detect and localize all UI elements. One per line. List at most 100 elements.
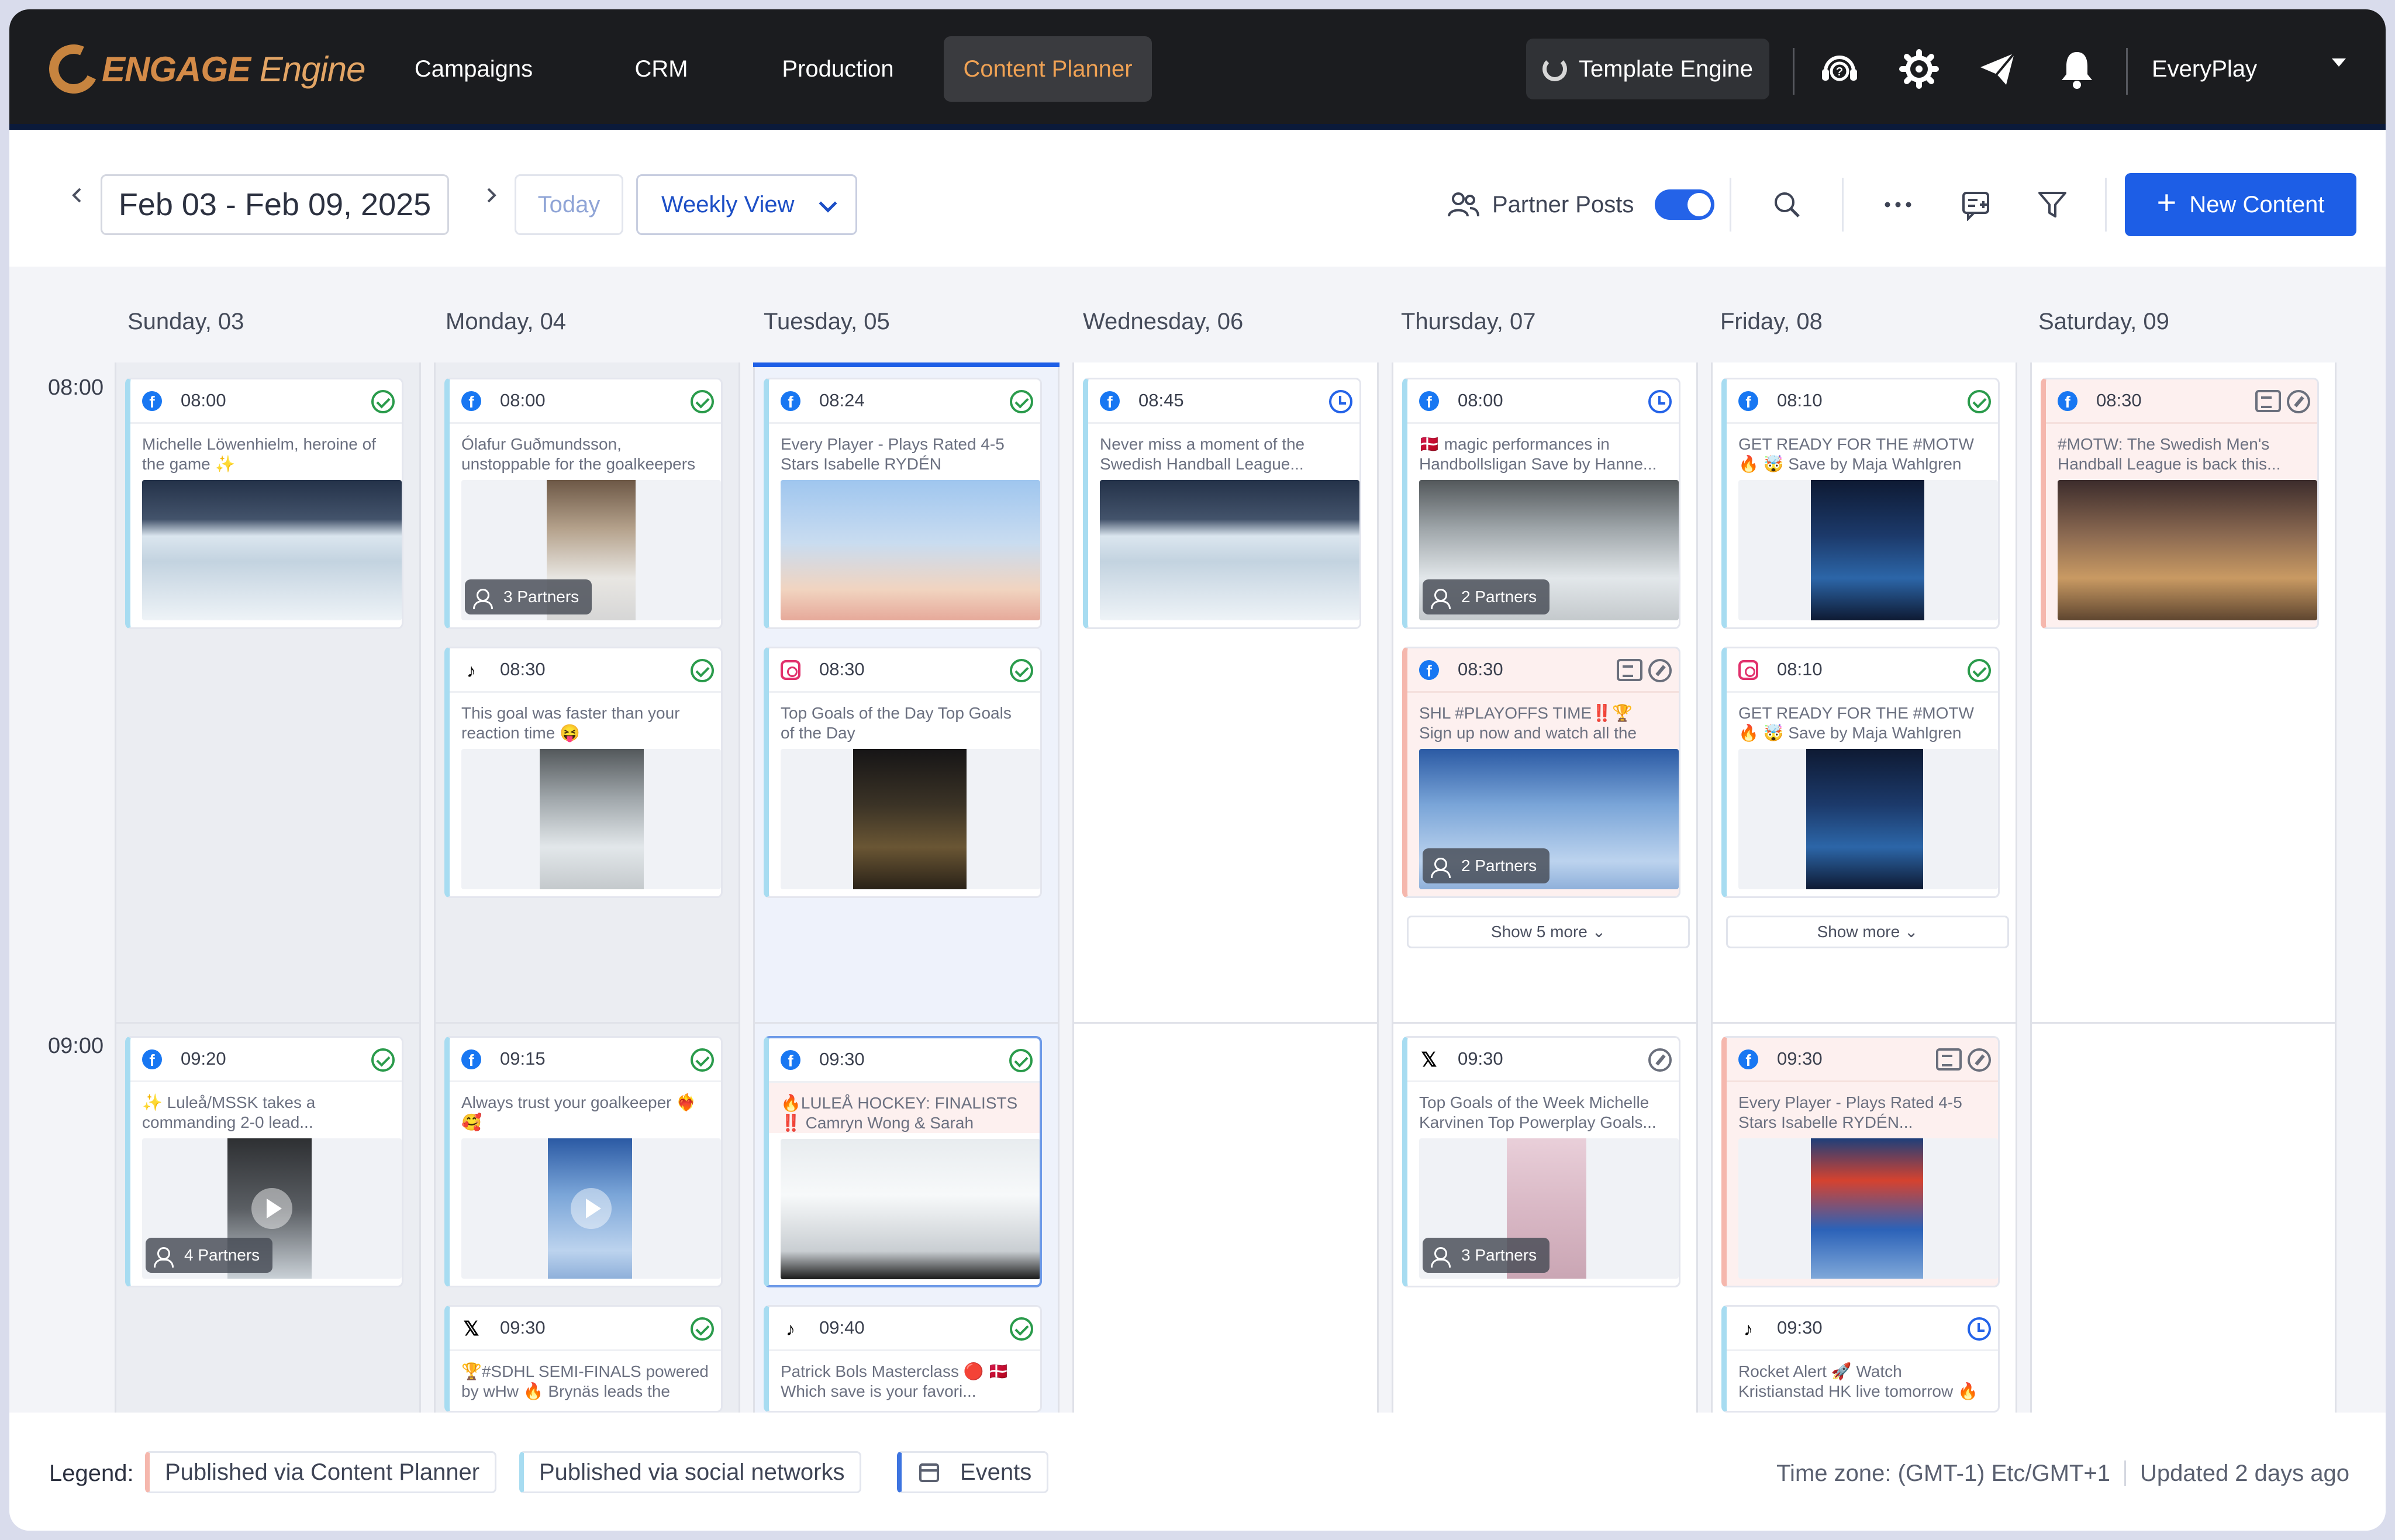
day-header-saturday: Saturday, 09 xyxy=(2038,309,2169,334)
previous-week-chevron-icon[interactable] xyxy=(60,178,95,213)
nav-content-planner[interactable]: Content Planner xyxy=(944,36,1152,102)
show-more-button[interactable]: Show 5 more ⌄ xyxy=(1407,916,1690,948)
filter-icon[interactable] xyxy=(2029,181,2076,228)
post-caption: Top Goals of the Week Michelle Karvinen … xyxy=(1419,1093,1657,1131)
post-card[interactable]: f 08:45 Never miss a moment of the Swedi… xyxy=(1083,378,1361,629)
post-card[interactable]: f 08:00 🇩🇰 magic performances in Handbol… xyxy=(1402,378,1680,629)
show-more-button[interactable]: Show more ⌄ xyxy=(1726,916,2009,948)
tiktok-icon: ♪ xyxy=(1738,1318,1758,1339)
post-card[interactable]: f 09:30 Every Player - Plays Rated 4-5 S… xyxy=(1721,1036,2000,1287)
send-icon[interactable] xyxy=(1974,46,2021,92)
post-caption: Never miss a moment of the Swedish Handb… xyxy=(1100,435,1305,473)
today-button[interactable]: Today xyxy=(515,174,623,235)
partner-posts-toggle[interactable] xyxy=(1655,189,1715,220)
published-check-icon xyxy=(691,1317,714,1341)
edit-pencil-icon xyxy=(1968,1048,1991,1072)
play-icon[interactable] xyxy=(571,1188,612,1229)
post-card[interactable]: 𝕏 09:30 Top Goals of the Week Michelle K… xyxy=(1402,1036,1680,1287)
hockey-game-image xyxy=(142,480,402,620)
post-card[interactable]: f 08:10 GET READY FOR THE #MOTW 🔥 🤯 Save… xyxy=(1721,378,2000,629)
legend-published-via-social: Published via social networks xyxy=(519,1451,862,1493)
next-week-chevron-icon[interactable] xyxy=(474,178,509,213)
post-card[interactable]: ♪ 09:30 Rocket Alert 🚀 Watch Kristiansta… xyxy=(1721,1305,2000,1413)
post-card[interactable]: 𝕏 09:30 🏆#SDHL SEMI-FINALS powered by wH… xyxy=(444,1305,723,1413)
post-card[interactable]: f 08:30 #MOTW: The Swedish Men's Handbal… xyxy=(2041,378,2319,629)
post-card[interactable]: 08:10 GET READY FOR THE #MOTW 🔥 🤯 Save b… xyxy=(1721,647,2000,898)
hockey-goal-image xyxy=(540,749,644,889)
partners-icon xyxy=(1448,192,1479,217)
partners-badge: 3 Partners xyxy=(465,579,592,614)
chevron-down-icon xyxy=(819,194,837,213)
notifications-bell-icon[interactable] xyxy=(2054,46,2100,92)
post-thumbnail xyxy=(142,480,402,620)
legend-events: Events xyxy=(897,1451,1049,1493)
facebook-icon: f xyxy=(1738,391,1758,411)
nav-crm[interactable]: CRM xyxy=(617,36,705,102)
post-card[interactable]: f 08:24 Every Player - Plays Rated 4-5 S… xyxy=(764,378,1042,629)
published-check-icon xyxy=(691,659,714,682)
matches-of-the-week-poster xyxy=(1811,480,1924,620)
x-twitter-icon: 𝕏 xyxy=(461,1318,481,1339)
settings-gear-icon[interactable] xyxy=(1896,46,1942,92)
post-thumbnail xyxy=(1738,749,1998,889)
account-name[interactable]: EveryPlay xyxy=(2152,40,2257,98)
matches-of-the-week-poster xyxy=(1806,749,1923,889)
template-engine-icon xyxy=(1542,57,1568,81)
post-caption: GET READY FOR THE #MOTW 🔥 🤯 Save by Maja… xyxy=(1738,704,1974,742)
partner-posts-control: Partner Posts xyxy=(1448,174,1715,235)
post-time: 08:10 xyxy=(1777,390,1823,410)
hour-divider xyxy=(755,1022,1058,1024)
post-card[interactable]: 08:30 Top Goals of the Day Top Goals of … xyxy=(764,647,1042,898)
post-card-header: f 09:20 xyxy=(130,1038,402,1082)
post-time: 08:45 xyxy=(1138,390,1184,410)
date-range-display[interactable]: Feb 03 - Feb 09, 2025 xyxy=(101,174,449,235)
post-card[interactable]: f 09:20 ✨ Luleå/MSSK takes a commanding … xyxy=(125,1036,403,1287)
partners-badge: 2 Partners xyxy=(1423,848,1550,883)
post-card-header: f 09:30 xyxy=(769,1038,1040,1083)
post-card-header: f 08:00 xyxy=(130,379,402,424)
post-card[interactable]: f 08:30 SHL #PLAYOFFS TIME‼️🏆 Sign up no… xyxy=(1402,647,1680,898)
post-card[interactable]: f 08:00 Ólafur Guðmundsson, unstoppable … xyxy=(444,378,723,629)
more-options-icon[interactable] xyxy=(1875,181,1921,228)
time-label-0900: 09:00 xyxy=(48,1034,104,1058)
post-card[interactable]: f 09:15 Always trust your goalkeeper ❤️‍… xyxy=(444,1036,723,1287)
facebook-icon: f xyxy=(781,1050,800,1070)
post-card-header: f 08:00 xyxy=(450,379,721,424)
play-icon[interactable] xyxy=(251,1188,292,1229)
post-caption: #MOTW: The Swedish Men's Handball League… xyxy=(2058,435,2281,473)
sunset-rink-image xyxy=(781,480,1040,620)
hour-divider xyxy=(116,1022,419,1024)
toolbar-divider xyxy=(1730,178,1731,232)
template-engine-button[interactable]: Template Engine xyxy=(1526,39,1769,99)
post-time: 08:00 xyxy=(181,390,226,410)
instagram-icon xyxy=(1738,660,1758,680)
support-icon[interactable]: ? xyxy=(1816,46,1863,92)
nav-production[interactable]: Production xyxy=(759,36,917,102)
post-thumbnail xyxy=(781,480,1040,620)
topbar-divider xyxy=(1793,48,1794,95)
published-check-icon xyxy=(1010,659,1033,682)
post-time: 08:00 xyxy=(1458,390,1503,410)
day-header-tuesday: Tuesday, 05 xyxy=(764,309,890,334)
footer-meta: Time zone: (GMT-1) Etc/GMT+1 Updated 2 d… xyxy=(1776,1460,2349,1487)
post-time: 09:30 xyxy=(1777,1317,1823,1338)
search-icon[interactable] xyxy=(1764,181,1810,228)
post-thumbnail: 3 Partners xyxy=(461,480,721,620)
post-caption: Michelle Löwenhielm, heroine of the game… xyxy=(142,435,376,473)
post-caption: Always trust your goalkeeper ❤️‍🔥🥰 xyxy=(461,1093,697,1131)
nav-campaigns[interactable]: Campaigns xyxy=(388,36,559,102)
post-card[interactable]: ♪ 09:40 Patrick Bols Masterclass 🔴 🇩🇰 Wh… xyxy=(764,1305,1042,1413)
post-card-header: f 09:30 xyxy=(1727,1038,1998,1082)
add-note-icon[interactable] xyxy=(1953,181,2000,228)
engage-engine-logo[interactable]: ENGAGE Engine xyxy=(42,37,366,101)
post-card[interactable]: ♪ 08:30 This goal was faster than your r… xyxy=(444,647,723,898)
post-card-selected[interactable]: f 09:30 🔥LULEÅ HOCKEY: FINALISTS ‼️ Camr… xyxy=(764,1036,1042,1287)
calendar-icon xyxy=(919,1463,939,1482)
day-header-wednesday: Wednesday, 06 xyxy=(1083,309,1244,334)
partners-badge: 2 Partners xyxy=(1423,579,1550,614)
facebook-icon: f xyxy=(781,391,800,411)
new-content-button[interactable]: + New Content xyxy=(2125,173,2356,236)
post-card[interactable]: f 08:00 Michelle Löwenhielm, heroine of … xyxy=(125,378,403,629)
view-select[interactable]: Weekly View xyxy=(636,174,857,235)
account-caret-down-icon[interactable] xyxy=(2332,58,2346,67)
